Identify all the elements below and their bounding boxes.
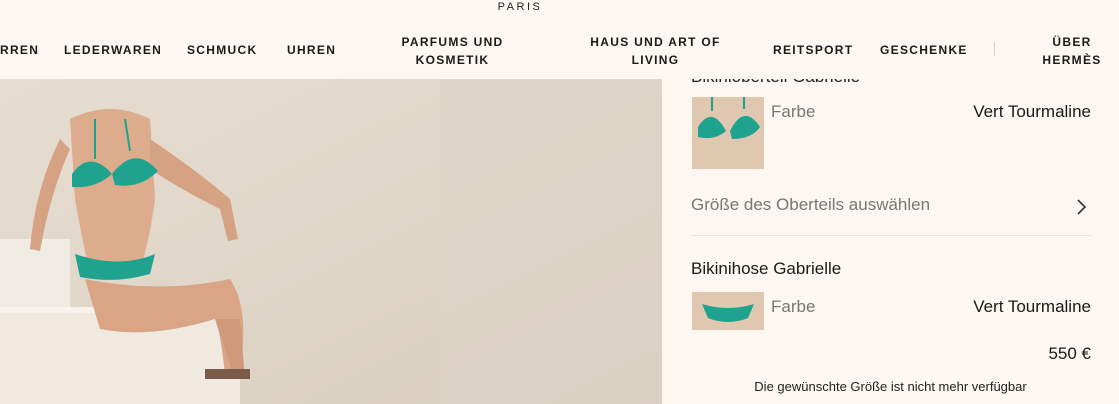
nav-divider (994, 42, 995, 56)
bikini-bottom-title: Bikinihose Gabrielle (691, 259, 842, 278)
top-color-value: Vert Tourmaline (973, 102, 1091, 121)
availability-message: Die gewünschte Größe ist nicht mehr verf… (754, 379, 1027, 394)
nav-item-reitsport[interactable]: REITSPORT (773, 41, 853, 59)
hero-product-image (0, 79, 662, 404)
divider (691, 235, 1091, 236)
chevron-right-icon (1077, 199, 1087, 215)
nav-item-clipped[interactable]: RREN (0, 41, 39, 59)
bottom-color-value: Vert Tourmaline (973, 297, 1091, 316)
top-color-label: Farbe (771, 102, 816, 121)
nav-item-haus[interactable]: HAUS UND ART OF LIVING (588, 33, 723, 69)
bikini-top-title: Bikinioberteil Gabrielle (691, 79, 860, 87)
top-navigation: PARIS RREN LEDERWAREN SCHMUCK UHREN PARF… (0, 0, 1119, 79)
bikini-top-thumbnail-image (692, 97, 764, 169)
brand-subtitle: PARIS (497, 1, 543, 13)
nav-item-uhren[interactable]: UHREN (287, 41, 336, 59)
price: 550 € (1048, 344, 1091, 363)
nav-item-ueber-hermes[interactable]: ÜBER HERMÈS (1038, 33, 1106, 69)
model-illustration (0, 79, 662, 404)
nav-item-lederwaren[interactable]: LEDERWAREN (64, 41, 162, 59)
bikini-bottom-thumbnail (692, 292, 764, 330)
nav-item-parfums[interactable]: PARFUMS UND KOSMETIK (395, 33, 510, 69)
bikini-bottom-thumbnail-image (692, 292, 764, 330)
product-panel: Bikinioberteil Gabrielle Farbe Vert Tour… (662, 79, 1119, 404)
nav-item-geschenke[interactable]: GESCHENKE (880, 41, 968, 59)
top-size-selector[interactable]: Größe des Oberteils auswählen (691, 187, 1091, 227)
bikini-top-thumbnail (692, 97, 764, 169)
top-size-label: Größe des Oberteils auswählen (691, 195, 931, 214)
nav-item-schmuck[interactable]: SCHMUCK (187, 41, 257, 59)
bottom-color-label: Farbe (771, 297, 816, 316)
